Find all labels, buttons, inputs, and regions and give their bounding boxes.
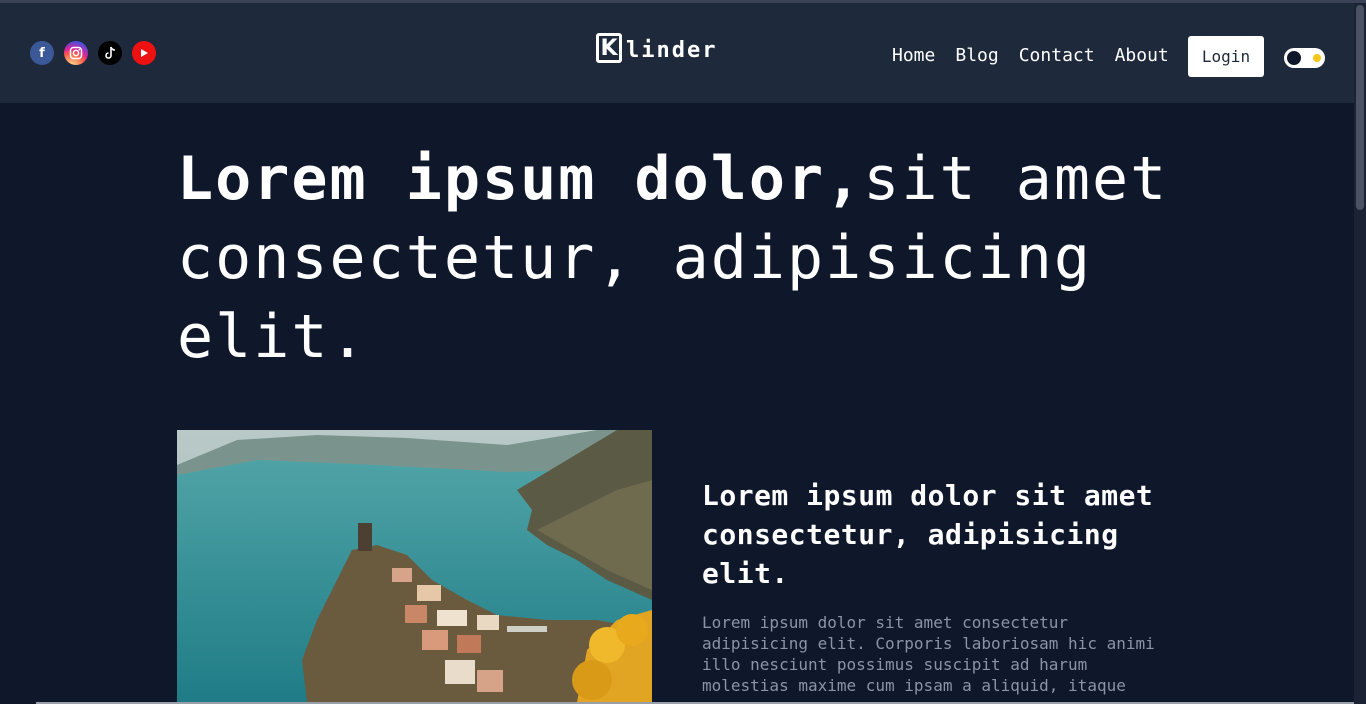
instagram-glyph bbox=[69, 46, 83, 60]
social-links: f bbox=[30, 41, 156, 65]
sun-icon bbox=[1313, 54, 1321, 62]
logo-text: linder bbox=[626, 37, 718, 63]
nav-blog[interactable]: Blog bbox=[955, 45, 998, 66]
toggle-knob bbox=[1287, 51, 1301, 65]
main-nav: Home Blog Contact About bbox=[892, 45, 1169, 66]
article-body: Lorem ipsum dolor sit amet consectetur a… bbox=[702, 613, 1155, 695]
theme-toggle[interactable] bbox=[1284, 48, 1325, 68]
tiktok-glyph bbox=[105, 46, 116, 59]
coastal-village-image bbox=[177, 430, 652, 702]
youtube-glyph bbox=[141, 49, 148, 57]
login-button[interactable]: Login bbox=[1188, 36, 1264, 77]
hero-title: Lorem ipsum dolor,sit amet consectetur, … bbox=[177, 140, 1177, 377]
scrollbar-thumb[interactable] bbox=[1356, 5, 1364, 210]
tiktok-icon[interactable] bbox=[98, 41, 122, 65]
site-header: f K linder Home Blog Contact About Login bbox=[0, 3, 1354, 103]
site-logo[interactable]: K linder bbox=[596, 33, 717, 63]
nav-home[interactable]: Home bbox=[892, 45, 935, 66]
youtube-icon[interactable] bbox=[132, 41, 156, 65]
logo-mark: K bbox=[596, 33, 622, 63]
nav-contact[interactable]: Contact bbox=[1019, 45, 1095, 66]
article-heading: Lorem ipsum dolor sit amet consectetur, … bbox=[702, 479, 1154, 590]
page-scrollbar[interactable] bbox=[1354, 3, 1366, 704]
nav-about[interactable]: About bbox=[1115, 45, 1169, 66]
instagram-icon[interactable] bbox=[64, 41, 88, 65]
article-image bbox=[177, 430, 652, 702]
hero-title-bold: Lorem ipsum dolor, bbox=[177, 144, 864, 214]
facebook-icon[interactable]: f bbox=[30, 41, 54, 65]
